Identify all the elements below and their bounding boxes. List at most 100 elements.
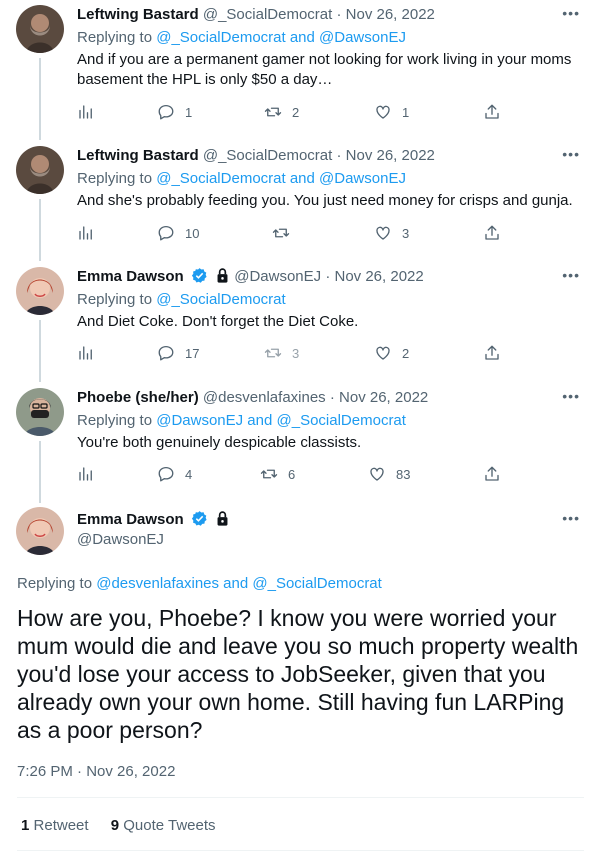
separator: · (329, 389, 335, 406)
like-button[interactable]: 3 (374, 224, 409, 242)
tweet-text: And if you are a permanent gamer not loo… (77, 51, 572, 88)
replying-to: Replying to @_SocialDemocrat and @Dawson… (77, 28, 584, 48)
share-icon (483, 224, 501, 242)
reply-button[interactable]: 10 (157, 224, 199, 242)
replying-to-link[interactable]: @_SocialDemocrat and @DawsonEJ (156, 29, 406, 46)
retweet-icon (272, 224, 290, 242)
like-icon (368, 465, 386, 483)
like-count: 1 (402, 104, 410, 120)
reply-count: 4 (185, 466, 193, 482)
tweet-text: And she's probably feeding you. You just… (77, 192, 573, 209)
reply-button[interactable]: 4 (157, 465, 192, 483)
more-icon[interactable]: ••• (562, 510, 580, 526)
separator: · (336, 6, 342, 23)
main-tweet-text: How are you, Phoebe? I know you were wor… (17, 605, 579, 743)
display-name[interactable]: Leftwing Bastard (77, 6, 199, 23)
lock-icon (217, 268, 228, 283)
analytics-button[interactable] (77, 344, 95, 362)
replying-to: Replying to @desvenlafaxines and @_Socia… (17, 574, 382, 594)
replying-prefix: Replying to (77, 291, 157, 308)
tweet-header: Emma Dawson @DawsonEJ · Nov 26, 2022 (77, 267, 584, 287)
avatar[interactable] (16, 146, 64, 194)
tweet-date[interactable]: Nov 26, 2022 (346, 6, 435, 23)
reply-icon (157, 465, 175, 483)
quote-label: Quote Tweets (123, 817, 216, 834)
like-button[interactable]: 83 (368, 465, 410, 483)
quote-tweets-stat[interactable]: 9 Quote Tweets (111, 817, 216, 834)
tweet[interactable]: Leftwing Bastard @_SocialDemocrat · Nov … (0, 0, 598, 136)
analytics-icon (77, 103, 95, 121)
user-handle[interactable]: @DawsonEJ (77, 531, 584, 548)
replying-to-link[interactable]: @DawsonEJ and @_SocialDemocrat (156, 412, 406, 429)
display-name[interactable]: Leftwing Bastard (77, 147, 199, 164)
share-icon (483, 103, 501, 121)
tweet-text: You're both genuinely despicable classis… (77, 434, 362, 451)
retweet-count: 2 (292, 104, 300, 120)
like-button[interactable]: 2 (374, 344, 409, 362)
user-handle[interactable]: @_SocialDemocrat (203, 6, 332, 23)
tweet[interactable]: Leftwing Bastard @_SocialDemocrat · Nov … (0, 141, 598, 256)
replying-to: Replying to @DawsonEJ and @_SocialDemocr… (77, 411, 584, 431)
divider (17, 797, 584, 798)
retweet-button[interactable] (272, 224, 300, 242)
more-icon[interactable]: ••• (562, 388, 580, 404)
replying-to-link[interactable]: @desvenlafaxines and @_SocialDemocrat (96, 575, 382, 592)
display-name[interactable]: Emma Dawson (77, 268, 184, 285)
divider (17, 850, 584, 851)
tweet[interactable]: Emma Dawson @DawsonEJ · Nov 26, 2022 Rep… (0, 262, 598, 377)
like-icon (374, 224, 392, 242)
user-handle[interactable]: @_SocialDemocrat (203, 147, 332, 164)
tweet-date[interactable]: Nov 26, 2022 (335, 268, 424, 285)
analytics-button[interactable] (77, 224, 95, 242)
lock-icon (217, 511, 228, 526)
reply-button[interactable]: 17 (157, 344, 199, 362)
share-button[interactable] (483, 103, 501, 121)
retweet-icon (264, 344, 282, 362)
share-button[interactable] (483, 344, 501, 362)
tweet-actions: 1 2 1 (77, 103, 507, 123)
analytics-icon (77, 465, 95, 483)
reply-button[interactable]: 1 (157, 103, 192, 121)
tweet-timestamp[interactable]: 7:26 PM · Nov 26, 2022 (17, 763, 175, 780)
analytics-icon (77, 344, 95, 362)
retweet-count: 6 (288, 466, 296, 482)
tweet-header: Leftwing Bastard @_SocialDemocrat · Nov … (77, 146, 584, 166)
like-button[interactable]: 1 (374, 103, 409, 121)
replying-to-link[interactable]: @_SocialDemocrat (156, 291, 285, 308)
retweet-icon (260, 465, 278, 483)
retweet-button[interactable]: 6 (260, 465, 295, 483)
avatar[interactable] (16, 507, 64, 555)
share-button[interactable] (483, 465, 501, 483)
replying-to-link[interactable]: @_SocialDemocrat and @DawsonEJ (156, 170, 406, 187)
user-handle[interactable]: @desvenlafaxines (203, 389, 326, 406)
retweet-button[interactable]: 3 (264, 344, 299, 362)
verified-icon (191, 511, 207, 526)
avatar[interactable] (16, 5, 64, 53)
reply-count: 17 (185, 345, 200, 361)
share-button[interactable] (483, 224, 501, 242)
user-handle[interactable]: @DawsonEJ (234, 268, 321, 285)
tweet[interactable]: Phoebe (she/her) @desvenlafaxines · Nov … (0, 383, 598, 498)
retweets-stat[interactable]: 1 Retweet (21, 817, 89, 834)
like-count: 83 (396, 466, 411, 482)
verified-icon (191, 268, 207, 283)
replying-prefix: Replying to (77, 412, 157, 429)
analytics-button[interactable] (77, 103, 95, 121)
replying-prefix: Replying to (77, 29, 157, 46)
separator: · (325, 268, 331, 285)
engagement-stats: 1 Retweet 9 Quote Tweets (21, 817, 216, 834)
display-name[interactable]: Emma Dawson (77, 511, 184, 528)
display-name[interactable]: Phoebe (she/her) (77, 389, 199, 406)
replying-prefix: Replying to (77, 170, 157, 187)
more-icon[interactable]: ••• (562, 5, 580, 21)
more-icon[interactable]: ••• (562, 146, 580, 162)
avatar[interactable] (16, 388, 64, 436)
more-icon[interactable]: ••• (562, 267, 580, 283)
replying-to: Replying to @_SocialDemocrat and @Dawson… (77, 169, 584, 189)
share-icon (483, 344, 501, 362)
retweet-button[interactable]: 2 (264, 103, 299, 121)
analytics-button[interactable] (77, 465, 95, 483)
tweet-date[interactable]: Nov 26, 2022 (346, 147, 435, 164)
tweet-date[interactable]: Nov 26, 2022 (339, 389, 428, 406)
avatar[interactable] (16, 267, 64, 315)
